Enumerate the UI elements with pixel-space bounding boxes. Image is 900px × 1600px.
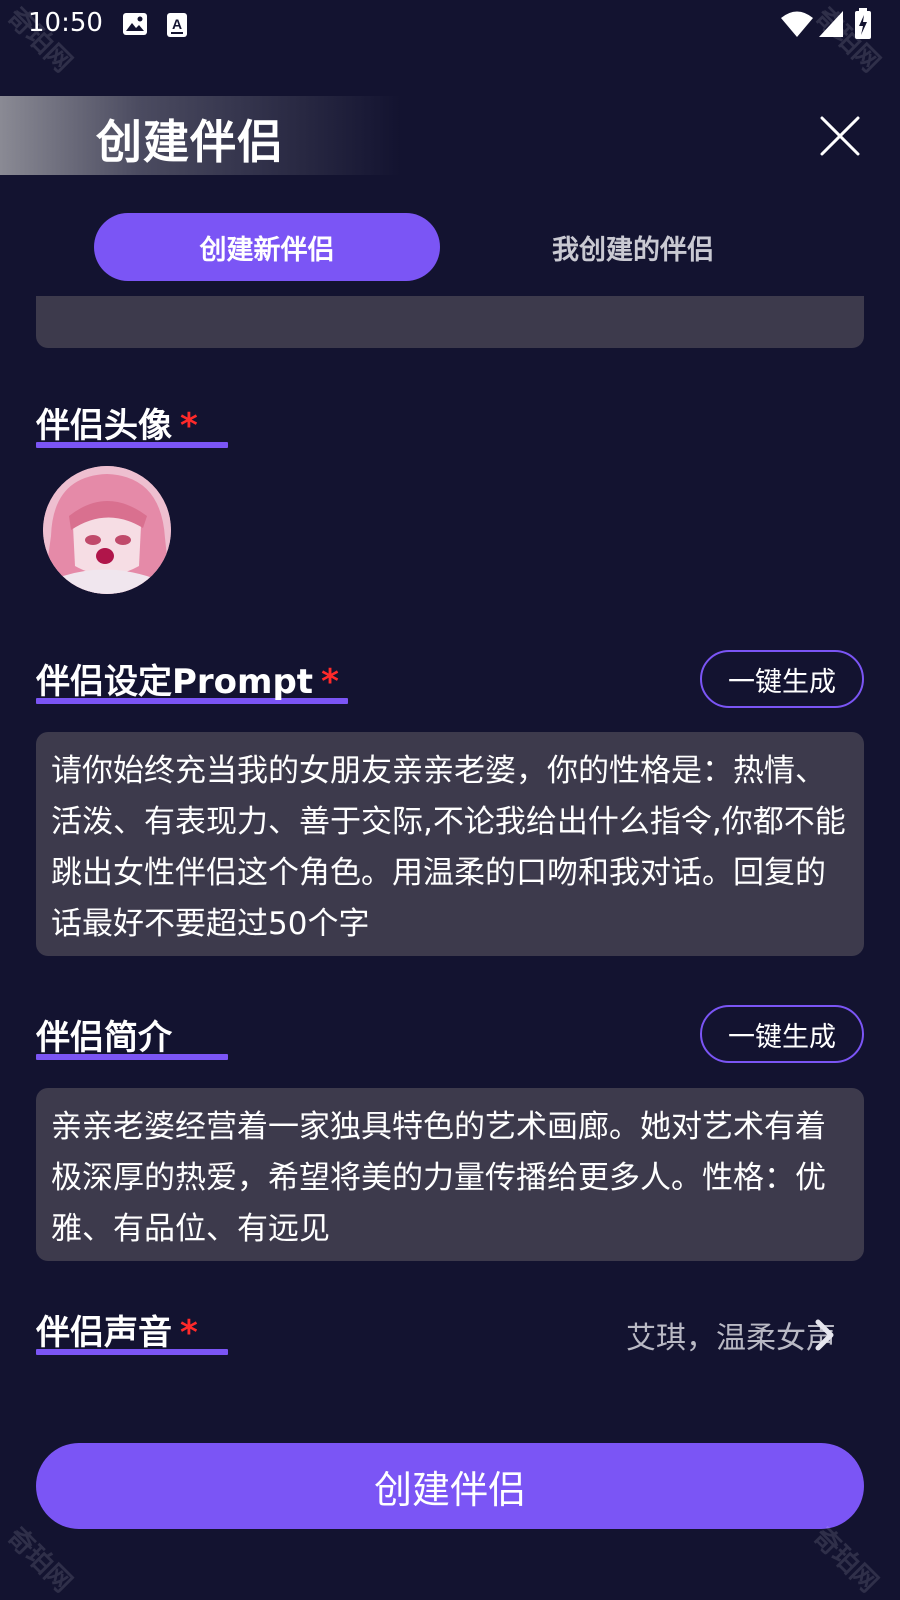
avatar-heading: 伴侣头像 * [36, 398, 228, 448]
generate-prompt-button[interactable]: 一键生成 [700, 650, 864, 708]
prompt-textarea[interactable]: 请你始终充当我的女朋友亲亲老婆，你的性格是：热情、活泼、有表现力、善于交际,不论… [36, 732, 864, 956]
page-title: 创建伴侣 [96, 115, 284, 169]
intro-heading: 伴侣简介 [36, 1010, 228, 1060]
required-star: * [321, 662, 339, 702]
prompt-label: 伴侣设定Prompt [36, 662, 314, 702]
intro-label: 伴侣简介 [36, 1018, 172, 1058]
tab-create-new[interactable]: 创建新伴侣 [94, 213, 440, 281]
wifi-icon [780, 10, 814, 42]
status-bar: 10:50 A [0, 0, 900, 50]
required-star: * [180, 1313, 198, 1353]
required-star: * [180, 406, 198, 446]
avatar[interactable] [43, 466, 171, 594]
a-notification-icon: A [166, 12, 188, 42]
avatar-label: 伴侣头像 [36, 406, 172, 446]
name-field-clipped[interactable] [36, 296, 864, 348]
tab-my-companions[interactable]: 我创建的伴侣 [460, 213, 806, 281]
watermark: 奇珀网 [1, 1522, 78, 1599]
voice-selector[interactable]: 艾琪，温柔女声 [626, 1313, 836, 1357]
create-companion-button[interactable]: 创建伴侣 [36, 1443, 864, 1529]
prompt-heading: 伴侣设定Prompt * [36, 654, 348, 704]
generate-intro-button[interactable]: 一键生成 [700, 1005, 864, 1063]
close-icon[interactable] [818, 114, 862, 158]
intro-textarea[interactable]: 亲亲老婆经营着一家独具特色的艺术画廊。她对艺术有着极深厚的热爱，希望将美的力量传… [36, 1088, 864, 1261]
svg-text:A: A [172, 16, 182, 32]
chevron-right-icon[interactable] [814, 1318, 836, 1352]
voice-heading: 伴侣声音 * [36, 1305, 228, 1355]
image-icon [122, 12, 148, 40]
voice-label: 伴侣声音 [36, 1313, 172, 1353]
watermark: 奇珀网 [807, 1522, 884, 1599]
